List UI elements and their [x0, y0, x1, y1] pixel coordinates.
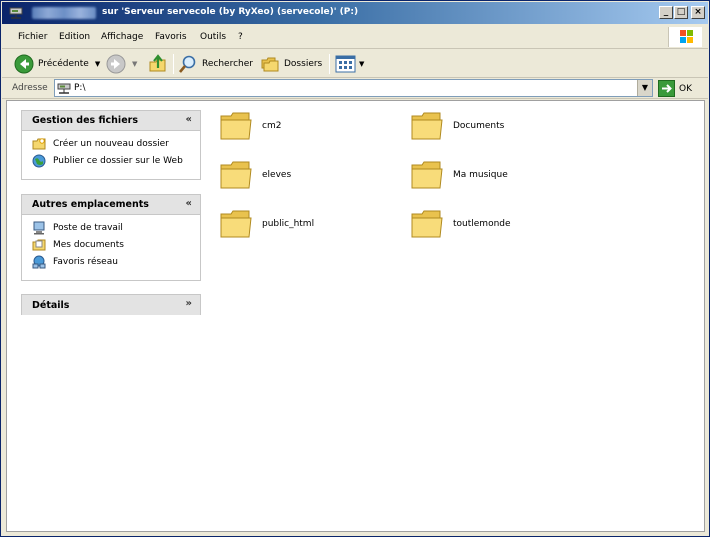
folder-item[interactable]: Ma musique — [410, 156, 590, 194]
back-dropdown-icon[interactable]: ▼ — [95, 60, 100, 68]
folders-button[interactable]: Dossiers — [260, 52, 322, 76]
up-folder-icon — [149, 54, 166, 72]
toolbar-separator — [173, 54, 174, 74]
my-computer-icon — [33, 221, 45, 234]
folder-name: cm2 — [262, 121, 282, 131]
windows-logo-icon — [668, 27, 702, 47]
folder-name: eleves — [262, 170, 292, 180]
menu-edit[interactable]: Edition — [59, 32, 90, 42]
blurred-share-name — [32, 7, 96, 19]
up-folder-button[interactable] — [148, 52, 168, 76]
folder-name: public_html — [262, 219, 315, 229]
search-label: Rechercher — [202, 59, 253, 69]
file-tasks-header[interactable]: Gestion des fichiers « — [22, 111, 200, 131]
other-places-title: Autres emplacements — [32, 199, 149, 210]
menu-view[interactable]: Affichage — [101, 32, 143, 42]
folder-name: toutlemonde — [453, 219, 511, 229]
web-publish-icon — [32, 154, 46, 167]
other-places-pane: Autres emplacements « Poste de travail M… — [21, 194, 201, 281]
menu-tools[interactable]: Outils — [200, 32, 226, 42]
address-value: P:\ — [74, 83, 86, 93]
back-label: Précédente — [38, 59, 89, 69]
file-tasks-pane: Gestion des fichiers « Créer un nouveau … — [21, 110, 201, 180]
folders-label: Dossiers — [284, 59, 323, 69]
go-button[interactable]: OK — [658, 80, 692, 97]
address-input[interactable]: P:\ ▼ — [54, 79, 653, 97]
task-new-folder[interactable]: Créer un nouveau dossier — [32, 135, 200, 152]
place-my-documents[interactable]: Mes documents — [32, 236, 200, 253]
folder-item[interactable]: toutlemonde — [410, 205, 590, 243]
address-bar: Adresse P:\ ▼ OK — [2, 78, 708, 99]
go-arrow-icon — [658, 80, 675, 97]
title-bar[interactable]: sur 'Serveur servecole (by RyXeo) (serve… — [2, 2, 708, 24]
toolbar-separator — [329, 54, 330, 74]
details-header[interactable]: Détails » — [22, 295, 200, 315]
details-pane: Détails » — [21, 294, 201, 315]
expand-chevron-icon[interactable]: » — [186, 298, 192, 309]
place-my-computer[interactable]: Poste de travail — [32, 219, 200, 236]
search-button[interactable]: Rechercher — [178, 52, 253, 76]
folder-name: Ma musique — [453, 170, 508, 180]
my-documents-icon — [32, 239, 46, 250]
folder-view: Gestion des fichiers « Créer un nouveau … — [6, 100, 705, 532]
details-title: Détails — [32, 299, 70, 311]
task-publish-web-label: Publier ce dossier sur le Web — [53, 155, 183, 166]
views-button[interactable]: ▼ — [335, 52, 364, 76]
close-button[interactable]: × — [691, 6, 705, 19]
folder-item[interactable]: eleves — [219, 156, 399, 194]
folder-item[interactable]: Documents — [410, 107, 590, 145]
place-network-label: Favoris réseau — [53, 256, 118, 267]
collapse-chevron-icon[interactable]: « — [186, 114, 192, 125]
folder-icon — [220, 210, 252, 238]
menu-file[interactable]: Fichier — [18, 32, 47, 42]
address-dropdown-icon[interactable]: ▼ — [637, 80, 652, 96]
back-button[interactable]: Précédente ▼ — [14, 52, 100, 76]
place-my-documents-label: Mes documents — [53, 239, 124, 250]
folder-item[interactable]: cm2 — [219, 107, 399, 145]
toolbar: Précédente ▼ ▼ Rechercher Dossiers ▼ — [2, 50, 708, 78]
views-icon — [335, 55, 356, 73]
address-label: Adresse — [12, 83, 48, 93]
menu-favorites[interactable]: Favoris — [155, 32, 187, 42]
task-new-folder-label: Créer un nouveau dossier — [53, 138, 169, 149]
folder-icon — [411, 210, 443, 238]
folder-icon — [220, 161, 252, 189]
window-title: sur 'Serveur servecole (by RyXeo) (serve… — [102, 7, 359, 17]
forward-dropdown-icon[interactable]: ▼ — [132, 60, 137, 68]
place-my-computer-label: Poste de travail — [53, 222, 123, 233]
go-label: OK — [679, 83, 692, 94]
network-drive-icon — [9, 7, 23, 19]
menu-help[interactable]: ? — [238, 32, 243, 42]
place-network[interactable]: Favoris réseau — [32, 253, 200, 270]
views-dropdown-icon[interactable]: ▼ — [359, 60, 364, 68]
forward-button[interactable]: ▼ — [106, 52, 137, 76]
collapse-chevron-icon[interactable]: « — [186, 198, 192, 209]
network-places-icon — [32, 255, 46, 268]
minimize-button[interactable]: _ — [659, 6, 673, 19]
task-publish-web[interactable]: Publier ce dossier sur le Web — [32, 152, 200, 169]
folder-icon — [220, 112, 252, 140]
folder-item[interactable]: public_html — [219, 205, 399, 243]
explorer-window: sur 'Serveur servecole (by RyXeo) (serve… — [0, 0, 710, 537]
folder-icon — [411, 161, 443, 189]
file-tasks-title: Gestion des fichiers — [32, 115, 138, 126]
maximize-button[interactable]: □ — [674, 6, 688, 19]
folders-icon — [261, 57, 279, 72]
folder-icon — [411, 112, 443, 140]
back-arrow-icon — [14, 54, 34, 74]
forward-arrow-icon — [106, 54, 126, 74]
menu-bar: Fichier Edition Affichage Favoris Outils… — [2, 27, 708, 49]
other-places-header[interactable]: Autres emplacements « — [22, 195, 200, 215]
search-icon — [179, 55, 196, 73]
new-folder-icon — [32, 137, 46, 149]
folder-name: Documents — [453, 121, 505, 131]
network-drive-icon — [57, 83, 71, 94]
